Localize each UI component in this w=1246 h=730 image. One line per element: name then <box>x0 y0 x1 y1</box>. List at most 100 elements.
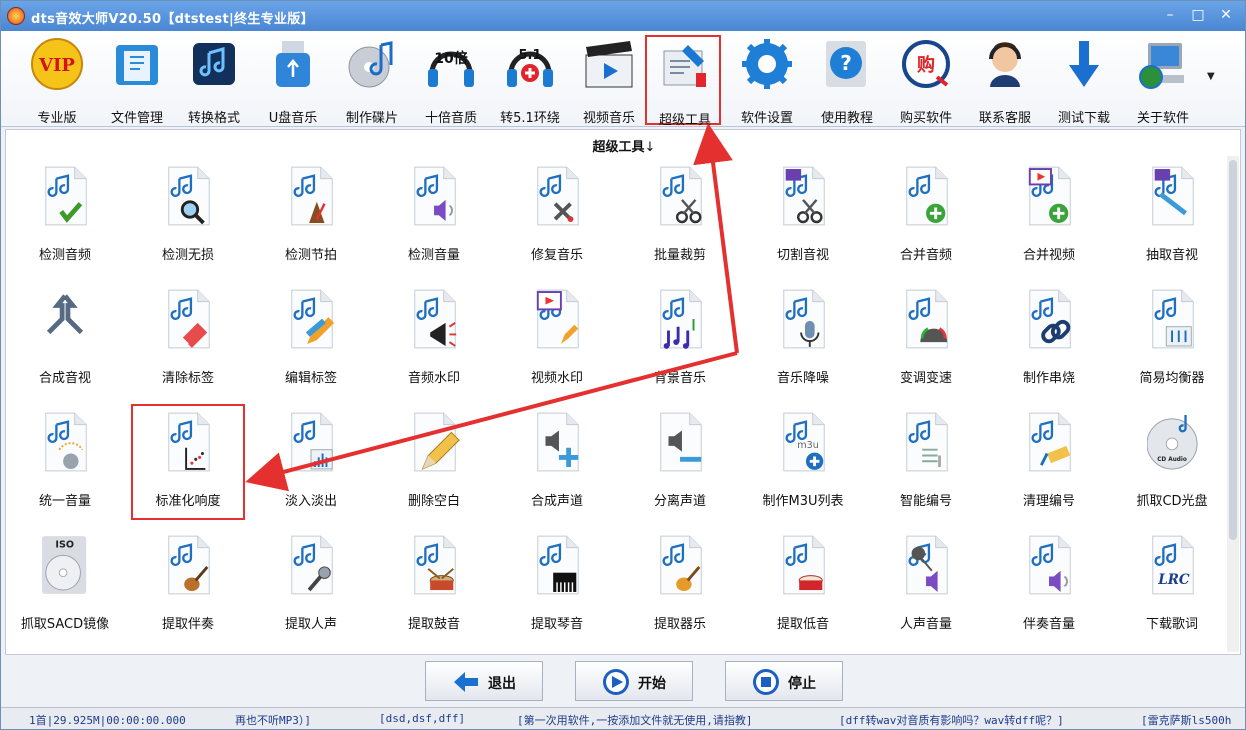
tool-microphone[interactable]: 音乐降噪 <box>748 283 858 395</box>
toolbar-button-headphones-10x[interactable]: 10倍十倍音质 <box>413 35 489 126</box>
tool-chain[interactable]: 制作串烧 <box>994 283 1104 395</box>
tool-label: 合并视频 <box>1022 248 1075 263</box>
tool-broom[interactable]: 清理编号 <box>994 406 1104 518</box>
tool-label: 检测音量 <box>407 248 460 263</box>
tool-cd-audio[interactable]: CD Audio 抓取CD光盘 <box>1117 406 1227 518</box>
toolbar-button-label: 转5.1环绕 <box>500 111 560 126</box>
tool-scissors[interactable]: 批量裁剪 <box>625 160 735 272</box>
toolbar-button-clapperboard[interactable]: 视频音乐 <box>571 35 647 126</box>
tool-scissors-video[interactable]: 切割音视 <box>748 160 858 272</box>
toolbar-button-support-agent[interactable]: 联系客服 <box>967 35 1043 126</box>
m3u-text: m3u <box>797 440 819 451</box>
tool-scatter[interactable]: 标准化响度 <box>131 404 245 520</box>
video-pencil-icon <box>536 289 579 349</box>
tool-pencil[interactable]: 编辑标签 <box>256 283 366 395</box>
toolbar-button-label: 十倍音质 <box>424 111 477 126</box>
tool-bars[interactable]: 淡入淡出 <box>256 406 366 518</box>
tool-guitar-orange[interactable]: 提取器乐 <box>625 529 735 641</box>
download-arrow-icon <box>1069 41 1099 87</box>
tool-notes[interactable]: 背景音乐 <box>625 283 735 395</box>
tool-eraser[interactable]: 清除标签 <box>133 283 243 395</box>
toolbar-button-usb-drive[interactable]: U盘音乐 <box>255 35 331 126</box>
tool-list[interactable]: 智能编号 <box>871 406 981 518</box>
tool-tools[interactable]: 修复音乐 <box>502 160 612 272</box>
tool-drum[interactable]: 提取鼓音 <box>379 529 489 641</box>
close-button[interactable]: ✕ <box>1213 4 1239 26</box>
usb-drive-icon <box>276 41 310 87</box>
status-marquee-4: [dff转wav对音质有影响吗？wav转dff呢？] <box>839 714 1064 727</box>
tool-label: 淡入淡出 <box>284 494 337 509</box>
toolbar-button-vip[interactable]: VIP 专业版 <box>19 35 95 126</box>
chain-icon <box>1029 289 1071 349</box>
title-bar: dts音效大师V20.50【dtstest|终生专业版】 – □ ✕ <box>1 1 1245 31</box>
tool-label: 检测节拍 <box>284 248 337 263</box>
tool-mic-silver[interactable]: 提取人声 <box>256 529 366 641</box>
microphone-icon <box>783 289 825 349</box>
toolbar-button-help[interactable]: ? 使用教程 <box>809 35 885 126</box>
toolbar-button-download-arrow[interactable]: 测试下载 <box>1046 35 1122 126</box>
tool-guitar[interactable]: 提取伴奏 <box>133 529 243 641</box>
tool-drum-red[interactable]: 提取低音 <box>748 529 858 641</box>
minimize-button[interactable]: – <box>1157 4 1183 26</box>
tool-equalizer[interactable]: 简易均衡器 <box>1117 283 1227 395</box>
tool-speaker[interactable]: 检测音量 <box>379 160 489 272</box>
clapperboard-icon <box>585 41 633 88</box>
tool-plus-green[interactable]: 合并音频 <box>871 160 981 272</box>
tool-megaphone[interactable]: 音频水印 <box>379 283 489 395</box>
toolbar-button-headphones-51[interactable]: 5.1 转5.1环绕 <box>492 35 568 126</box>
exit-button[interactable]: 退出 <box>425 661 543 701</box>
tool-label: 提取器乐 <box>653 617 706 632</box>
tool-check[interactable]: 检测音频 <box>10 160 120 272</box>
tool-label: 标准化响度 <box>155 494 221 509</box>
toolbar-button-super-tools[interactable]: 超级工具 <box>645 35 721 128</box>
tool-magnifier[interactable]: 检测无损 <box>133 160 243 272</box>
stop-button[interactable]: 停止 <box>725 661 843 701</box>
vertical-scrollbar[interactable] <box>1227 156 1239 652</box>
toolbar-button-computer-globe[interactable]: 关于软件 <box>1125 35 1201 126</box>
tool-label: 提取琴音 <box>530 617 583 632</box>
tool-label: 合成音视 <box>38 371 91 386</box>
toolbar-button-folder[interactable]: 文件管理 <box>99 35 175 126</box>
tool-gauge[interactable]: 变调变速 <box>871 283 981 395</box>
tool-speaker-minus[interactable]: 分离声道 <box>625 406 735 518</box>
start-button[interactable]: 开始 <box>575 661 693 701</box>
mic-silver-icon <box>291 535 333 595</box>
tool-piano[interactable]: 提取琴音 <box>502 529 612 641</box>
tool-extract[interactable]: 抽取音视 <box>1117 160 1227 272</box>
gauge-icon <box>906 289 948 349</box>
tool-speaker-purple[interactable]: 伴奏音量 <box>994 529 1104 641</box>
speaker-icon <box>414 166 456 226</box>
tool-mic-speaker[interactable]: 人声音量 <box>871 529 981 641</box>
tool-m3u[interactable]: m3u 制作M3U列表 <box>748 406 858 518</box>
super-tools-icon <box>663 45 706 87</box>
play-icon <box>603 669 629 695</box>
toolbar-overflow-icon[interactable]: ▼ <box>1207 71 1215 82</box>
megaphone-icon <box>414 289 457 349</box>
guitar-orange-icon <box>660 535 702 595</box>
toolbar-button-music-note[interactable]: 转换格式 <box>176 35 252 126</box>
tool-label: 编辑标签 <box>284 371 337 386</box>
headphones-10x-icon: 10倍 <box>428 50 474 87</box>
stop-button-label: 停止 <box>788 676 816 692</box>
broom-icon <box>1029 412 1071 472</box>
tool-lrc[interactable]: LRC 下载歌词 <box>1117 529 1227 641</box>
tool-label: 制作串烧 <box>1022 371 1075 386</box>
maximize-button[interactable]: □ <box>1185 4 1211 26</box>
toolbar-button-cd-music[interactable]: 制作碟片 <box>334 35 410 126</box>
toolbar-button-buy[interactable]: 购购买软件 <box>888 35 964 126</box>
lrc-text: LRC <box>1157 572 1190 588</box>
tool-merge-arrows[interactable]: 合成音视 <box>10 283 120 395</box>
tool-video-pencil[interactable]: 视频水印 <box>502 283 612 395</box>
scrollbar-thumb[interactable] <box>1229 160 1237 540</box>
tool-speaker-plus[interactable]: 合成声道 <box>502 406 612 518</box>
toolbar-button-gear[interactable]: 软件设置 <box>729 35 805 126</box>
tool-metronome[interactable]: 检测节拍 <box>256 160 366 272</box>
exit-button-label: 退出 <box>488 676 516 692</box>
tool-plus-video[interactable]: 合并视频 <box>994 160 1104 272</box>
tool-iso-disc[interactable]: ISO 抓取SACD镜像 <box>10 529 120 641</box>
tool-big-pencil[interactable]: 删除空白 <box>379 406 489 518</box>
speaker-plus-icon <box>537 412 579 472</box>
start-button-label: 开始 <box>638 676 666 692</box>
toolbar-button-label: 测试下载 <box>1057 111 1110 126</box>
tool-dial[interactable]: 统一音量 <box>10 406 120 518</box>
